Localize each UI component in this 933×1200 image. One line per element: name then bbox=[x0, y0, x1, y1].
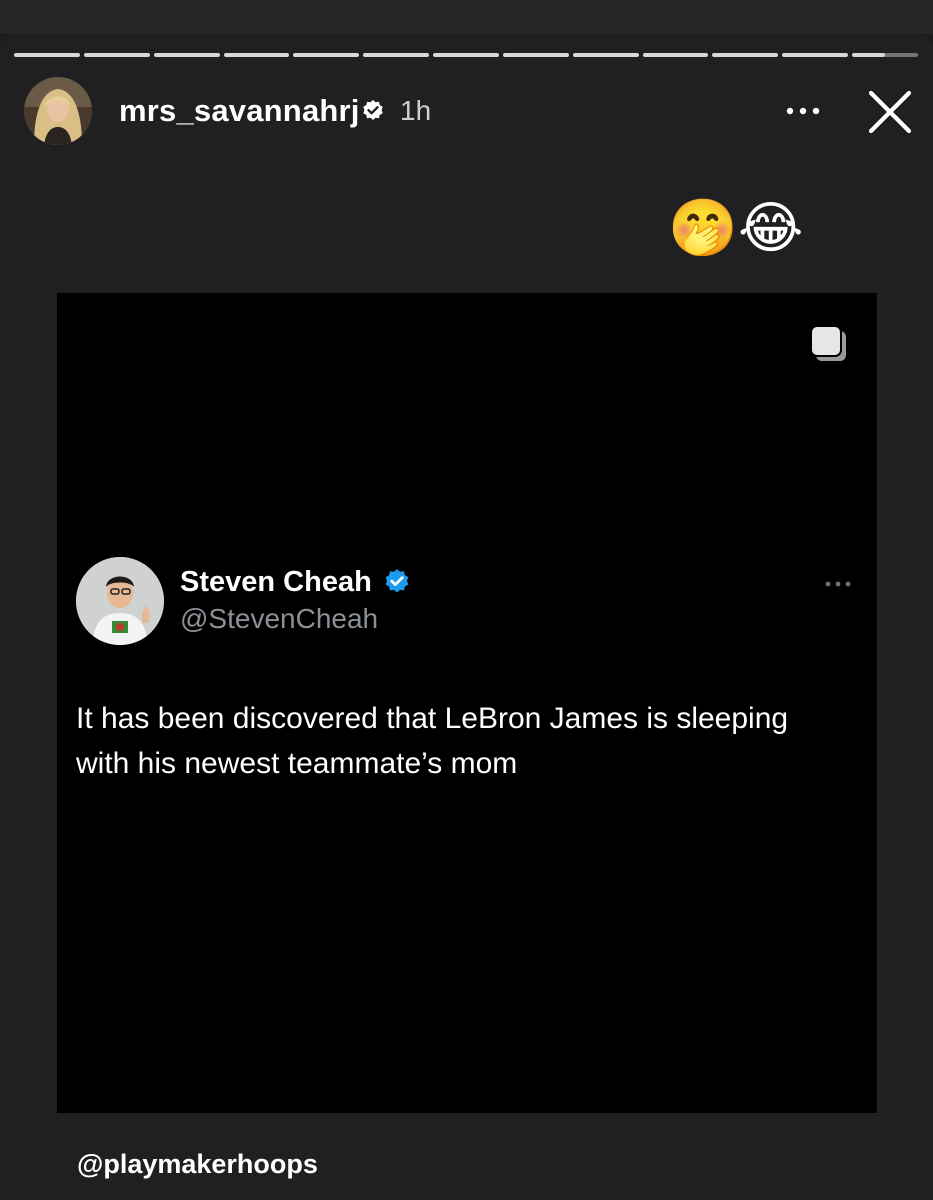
more-options-button[interactable] bbox=[780, 96, 826, 126]
progress-segment bbox=[14, 53, 80, 57]
story-username[interactable]: mrs_savannahrj bbox=[119, 94, 360, 128]
progress-fill bbox=[293, 53, 360, 57]
progress-fill bbox=[433, 53, 499, 57]
progress-segment bbox=[642, 53, 709, 57]
verified-badge-icon bbox=[385, 569, 409, 593]
verified-badge-icon bbox=[363, 100, 383, 120]
progress-segment bbox=[712, 53, 779, 57]
story-timestamp: 1h bbox=[400, 95, 432, 126]
emoji-sticker-tears-of-joy[interactable]: 😂 bbox=[738, 196, 803, 260]
story-progress-bar bbox=[14, 53, 918, 57]
tweet-handle: @StevenCheah bbox=[180, 603, 379, 634]
tweet-display-name: Steven Cheah bbox=[180, 566, 372, 598]
progress-fill bbox=[572, 53, 639, 57]
progress-segment bbox=[363, 53, 430, 57]
progress-fill bbox=[852, 53, 886, 57]
progress-fill bbox=[223, 53, 290, 57]
close-button[interactable] bbox=[866, 88, 914, 136]
progress-segment bbox=[83, 53, 150, 57]
progress-fill bbox=[363, 53, 430, 57]
tweet-more-icon bbox=[825, 581, 851, 587]
progress-segment bbox=[223, 53, 290, 57]
tweet-avatar bbox=[76, 557, 164, 645]
progress-fill bbox=[153, 53, 220, 57]
close-icon bbox=[868, 90, 912, 134]
progress-fill bbox=[782, 53, 849, 57]
avatar[interactable] bbox=[24, 77, 92, 145]
mention-sticker[interactable]: @playmakerhoops bbox=[77, 1147, 318, 1181]
progress-fill bbox=[712, 53, 779, 57]
progress-segment bbox=[502, 53, 569, 57]
progress-segment bbox=[293, 53, 360, 57]
progress-fill bbox=[14, 53, 80, 57]
progress-segment bbox=[433, 53, 499, 57]
top-strip bbox=[0, 0, 933, 34]
profile-photo-icon bbox=[24, 77, 92, 145]
progress-fill bbox=[642, 53, 709, 57]
more-options-icon bbox=[786, 107, 820, 115]
tweet-text: It has been discovered that LeBron James… bbox=[76, 702, 789, 780]
progress-fill bbox=[83, 53, 150, 57]
progress-segment bbox=[572, 53, 639, 57]
emoji-sticker-hand-over-mouth[interactable]: 🤭 bbox=[668, 196, 738, 260]
progress-segment bbox=[153, 53, 220, 57]
progress-fill bbox=[502, 53, 569, 57]
progress-segment bbox=[852, 53, 918, 57]
tweet-profile-photo-icon bbox=[76, 557, 164, 645]
progress-segment bbox=[782, 53, 849, 57]
carousel-icon bbox=[810, 325, 846, 361]
